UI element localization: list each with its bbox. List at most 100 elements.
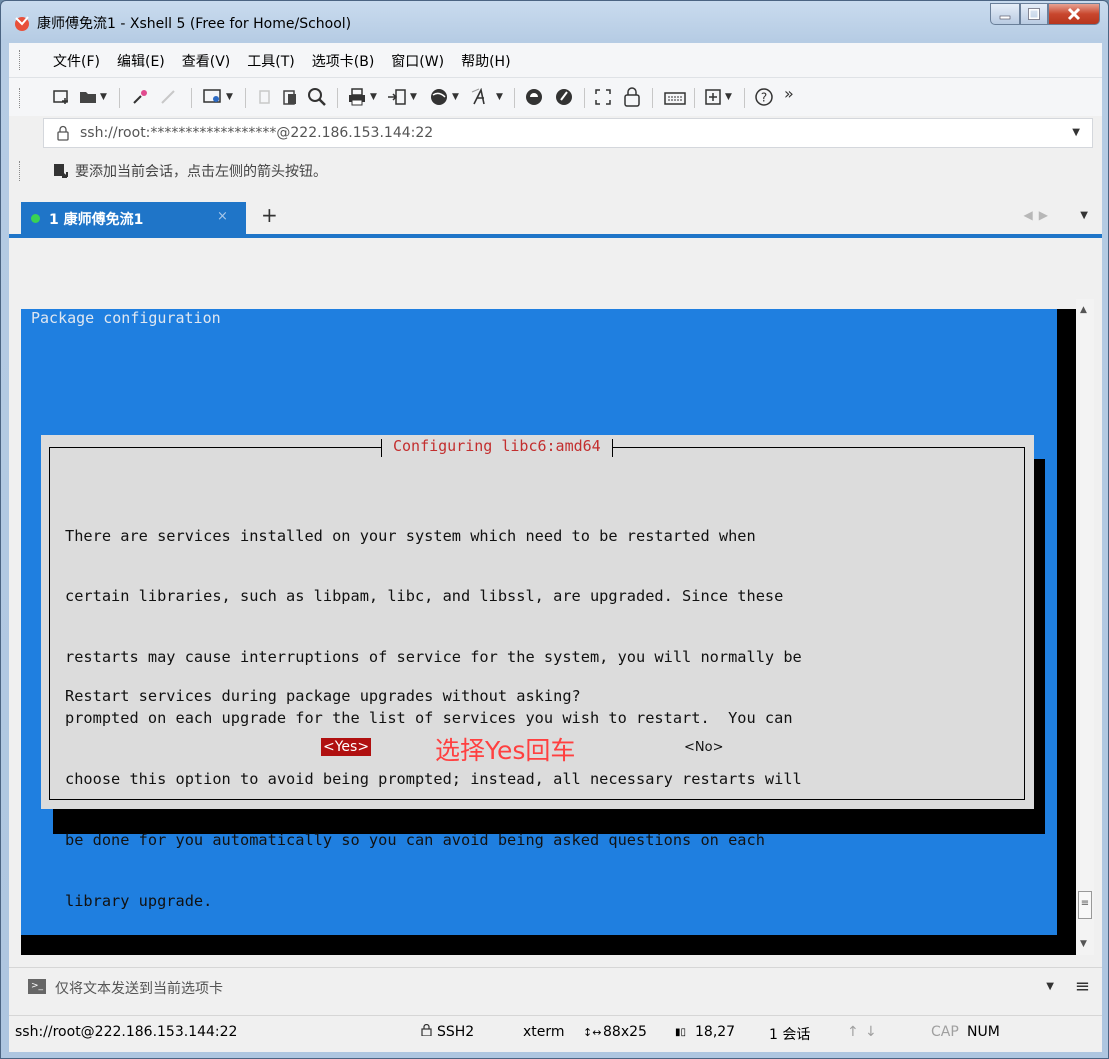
menu-tools[interactable]: 工具(T) <box>247 51 294 71</box>
open-session-button[interactable]: ▼ <box>79 84 107 110</box>
find-button[interactable] <box>307 84 327 110</box>
lock-icon <box>624 87 640 107</box>
menu-grip[interactable] <box>19 50 22 70</box>
help-button[interactable]: ? <box>754 84 774 110</box>
toolbar-separator <box>191 88 192 108</box>
add-session-arrow-icon[interactable] <box>53 162 69 178</box>
terminal-scrollbar[interactable]: ▲ ≡ ▼ <box>1076 299 1094 955</box>
close-button[interactable] <box>1048 3 1100 25</box>
config-dialog: Configuring libc6:amd64 There are servic… <box>41 435 1034 910</box>
address-input[interactable]: ssh://root:******************@222.186.15… <box>80 125 433 141</box>
dialog-line: There are services installed on your sys… <box>65 526 756 545</box>
dialog-question: Restart services during package upgrades… <box>65 687 581 705</box>
menu-list: 文件(F) 编辑(E) 查看(V) 工具(T) 选项卡(B) 窗口(W) 帮助(… <box>53 51 511 71</box>
toolbar-separator <box>694 88 695 108</box>
hint-grip[interactable] <box>19 161 22 181</box>
maximize-icon <box>1028 8 1040 20</box>
dialog-line: certain libraries, such as libpam, libc,… <box>65 587 784 606</box>
disconnect-button[interactable] <box>159 84 179 110</box>
chevron-down-icon: ▼ <box>410 92 417 102</box>
tab-close-icon[interactable]: × <box>217 209 228 224</box>
fullscreen-button[interactable] <box>594 84 612 110</box>
properties-button[interactable]: ▼ <box>203 84 233 110</box>
lock-button[interactable] <box>623 84 641 110</box>
toolbar-separator <box>337 88 338 108</box>
minimize-icon <box>999 15 1011 20</box>
menu-view[interactable]: 查看(V) <box>182 51 231 71</box>
add-tab-button[interactable]: + <box>261 203 278 227</box>
address-bar[interactable]: ssh://root:******************@222.186.15… <box>43 118 1093 148</box>
new-session-button[interactable] <box>53 84 71 110</box>
scroll-down-icon[interactable]: ▼ <box>1080 939 1087 949</box>
disconnect-icon <box>161 90 175 104</box>
tab-bar: 1 康师傅免流1 × + ◀▶ ▼ <box>9 198 1102 238</box>
menu-tab[interactable]: 选项卡(B) <box>312 51 375 71</box>
script-button[interactable]: ▼ <box>429 84 459 110</box>
new-tab-button[interactable]: ▼ <box>704 84 732 110</box>
tab-scroll-arrows-icon[interactable]: ◀▶ <box>1024 208 1054 222</box>
font-button[interactable]: ▼ <box>471 84 503 110</box>
yes-button[interactable]: <Yes> <box>321 738 372 756</box>
chevron-down-icon: ▼ <box>496 92 503 102</box>
session-hint-bar: 要添加当前会话，点击左侧的箭头按钮。 <box>9 151 1102 189</box>
close-icon <box>1067 7 1081 21</box>
chevron-down-icon: ▼ <box>100 92 107 102</box>
chevron-down-icon: ▼ <box>452 92 459 102</box>
xmanager-button[interactable] <box>554 84 574 110</box>
toolbar-separator <box>119 88 120 108</box>
toolbar-overflow-button[interactable]: » <box>784 80 794 106</box>
keyboard-icon <box>664 92 686 105</box>
transfer-button[interactable]: ▼ <box>387 84 417 110</box>
copy-button[interactable] <box>255 84 273 110</box>
font-icon <box>471 88 485 105</box>
tab-session-1[interactable]: 1 康师傅免流1 × <box>21 202 246 234</box>
maximize-button[interactable] <box>1020 3 1048 25</box>
dialog-line: be done for you automatically so you can… <box>65 831 765 850</box>
connect-icon <box>133 90 147 104</box>
add-icon <box>705 89 721 105</box>
xshell-logo-icon <box>15 16 29 31</box>
tab-label: 1 康师傅免流1 <box>49 212 144 228</box>
terminal-area[interactable]: Package configuration Configuring libc6:… <box>21 309 1079 955</box>
properties-icon <box>203 89 221 103</box>
print-icon <box>349 88 365 106</box>
print-button[interactable]: ▼ <box>347 84 377 110</box>
menu-edit[interactable]: 编辑(E) <box>117 51 165 71</box>
xmanager-icon <box>556 89 572 105</box>
no-button[interactable]: <No> <box>684 740 723 755</box>
minimize-button[interactable] <box>990 3 1020 25</box>
keyboard-button[interactable] <box>664 84 686 110</box>
menu-file[interactable]: 文件(F) <box>53 51 100 71</box>
tab-list-chevron-icon[interactable]: ▼ <box>1080 210 1088 221</box>
folder-icon <box>80 92 96 103</box>
connected-status-icon <box>31 214 40 223</box>
paste-icon <box>283 90 296 105</box>
scroll-up-icon[interactable]: ▲ <box>1080 305 1087 315</box>
dialog-line: prompted on each upgrade for the list of… <box>65 709 793 728</box>
scrollbar-thumb[interactable]: ≡ <box>1078 891 1092 919</box>
xftp-button[interactable] <box>524 84 544 110</box>
chevron-down-icon: ▼ <box>370 92 377 102</box>
copy-icon <box>259 90 270 104</box>
package-configuration-header: Package configuration <box>31 309 221 327</box>
toolbar-separator <box>245 88 246 108</box>
toolbar-grip[interactable] <box>19 88 22 108</box>
globe-icon <box>431 89 447 105</box>
new-session-icon <box>53 90 68 104</box>
paste-button[interactable] <box>281 84 299 110</box>
chevron-down-icon[interactable]: ▼ <box>1072 127 1080 138</box>
title-bar[interactable]: 康师傅免流1 - Xshell 5 (Free for Home/School) <box>1 1 1108 43</box>
dialog-title: Configuring libc6:amd64 <box>381 437 613 457</box>
menu-window[interactable]: 窗口(W) <box>391 51 444 71</box>
instruction-annotation: 选择Yes回车 <box>435 736 576 765</box>
window-controls <box>990 3 1100 25</box>
search-icon <box>308 88 326 106</box>
connect-button[interactable] <box>131 84 151 110</box>
toolbar-separator <box>744 88 745 108</box>
fullscreen-icon <box>595 89 611 105</box>
menu-bar: 文件(F) 编辑(E) 查看(V) 工具(T) 选项卡(B) 窗口(W) 帮助(… <box>9 43 1102 78</box>
svg-text:?: ? <box>761 91 767 105</box>
toolbar-separator <box>584 88 585 108</box>
menu-help[interactable]: 帮助(H) <box>461 51 510 71</box>
help-icon: ? <box>755 88 773 106</box>
